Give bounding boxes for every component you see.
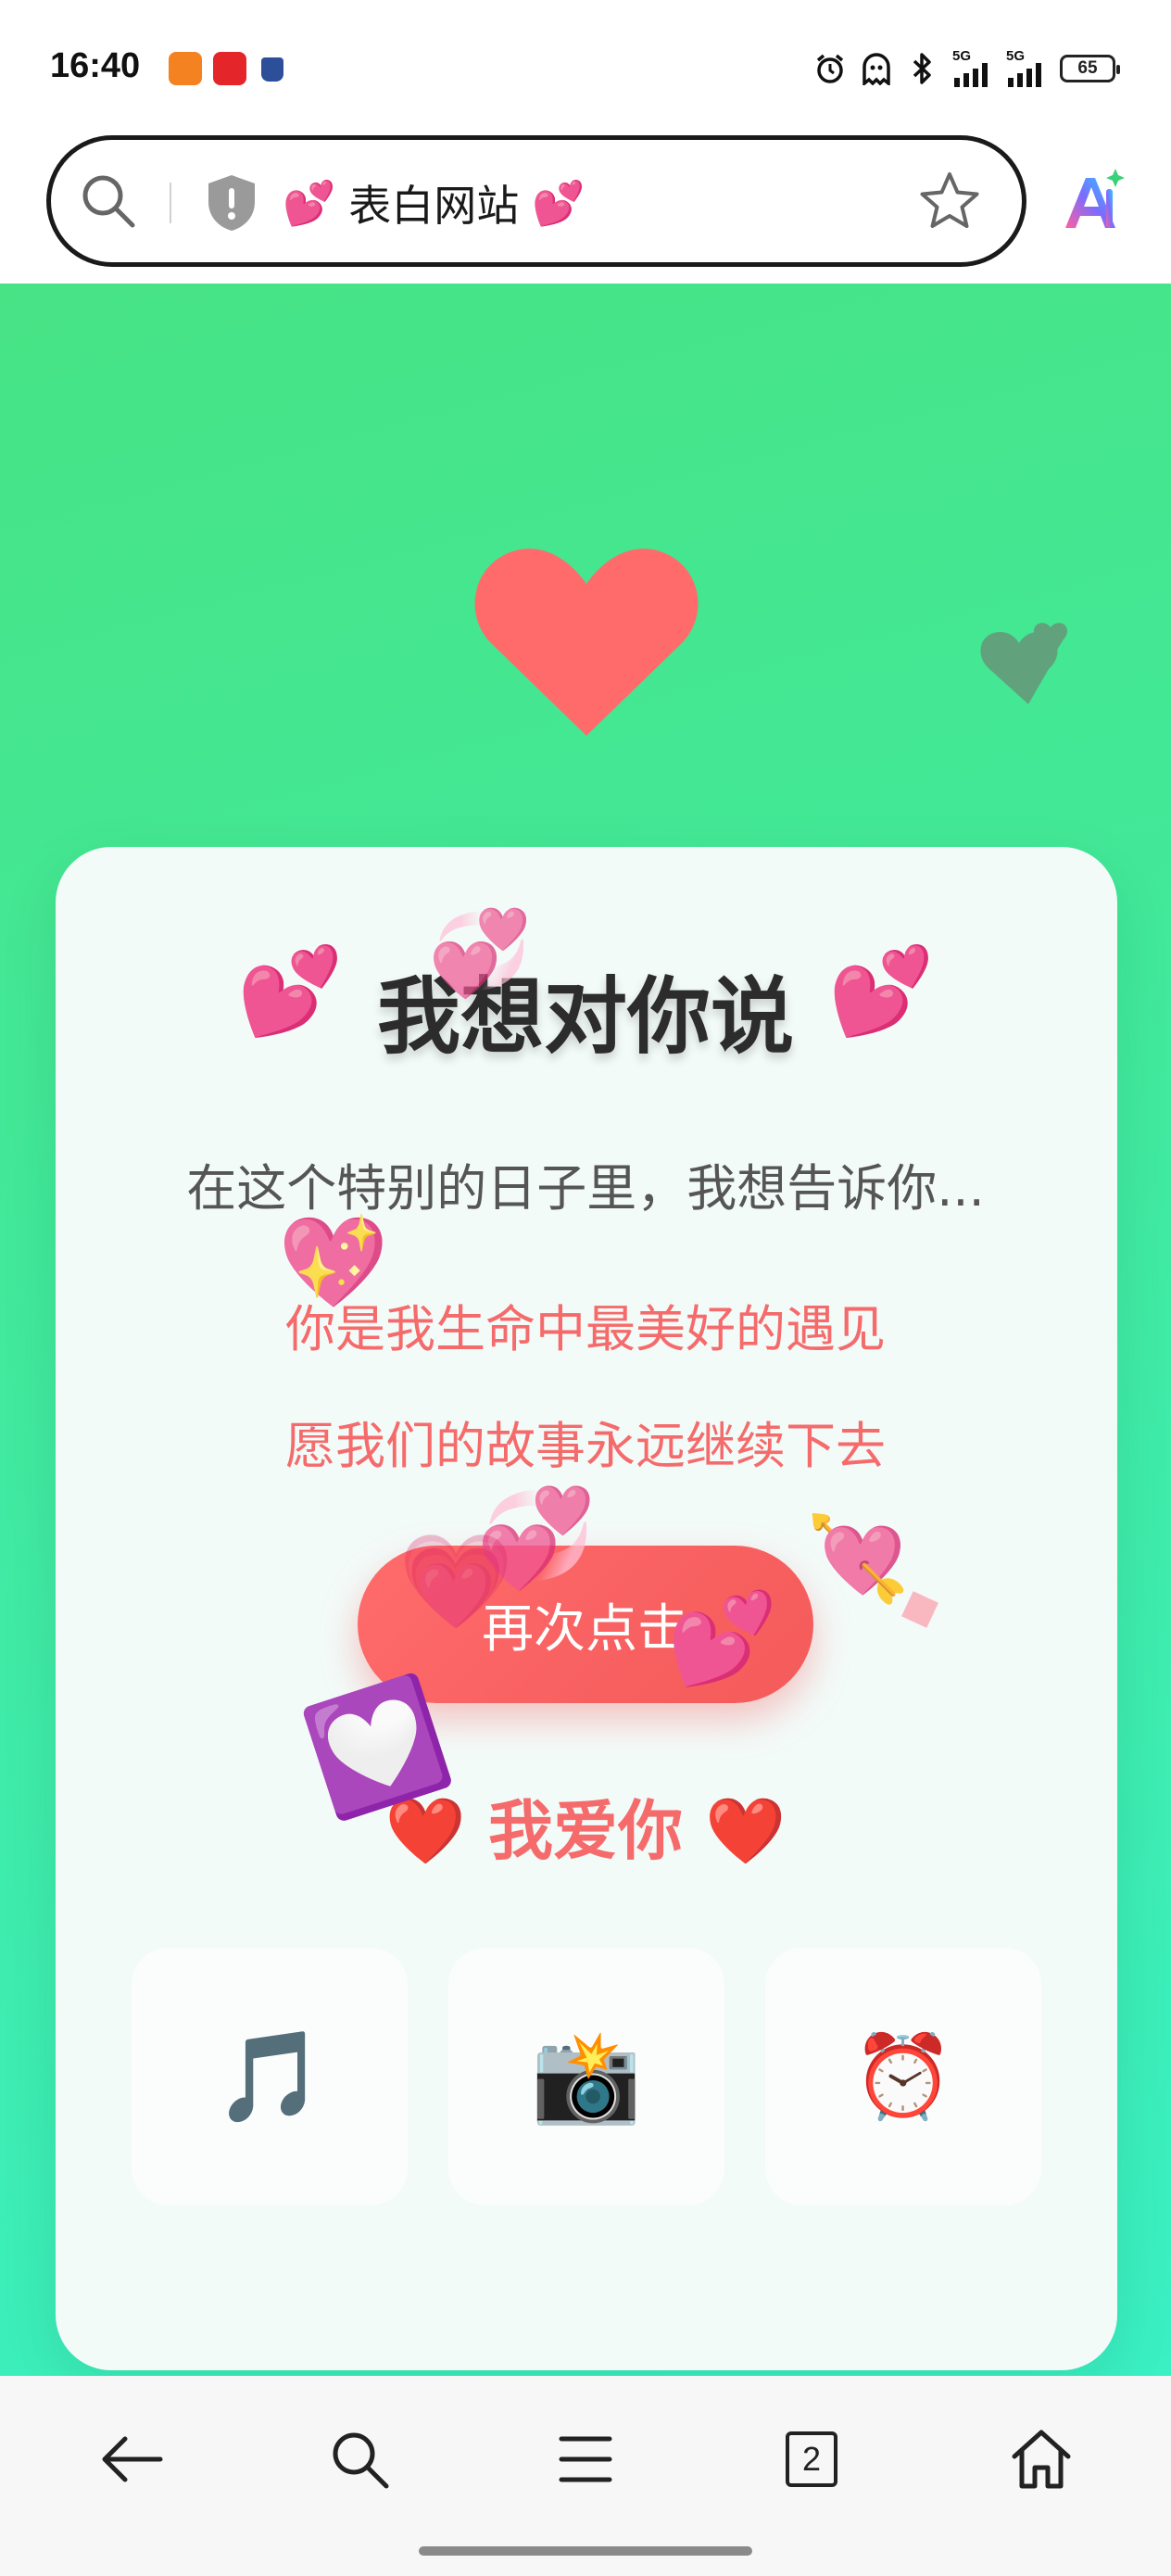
green-hearts-icon — [973, 608, 1075, 713]
search-icon[interactable] — [79, 171, 138, 234]
two-hearts-icon: 💕 — [532, 177, 586, 228]
search-icon[interactable] — [313, 2413, 406, 2506]
card-subtitle: 在这个特别的日子里，我想告诉你... — [186, 1159, 985, 1218]
status-bar: 16:40 5G 5G 65 — [0, 0, 1171, 130]
heart-arrow-icon: 💘 — [806, 1510, 911, 1608]
growing-heart-icon: 💞 — [428, 904, 533, 1002]
shield-warning-icon[interactable] — [205, 173, 258, 236]
music-tile[interactable]: 🎵 — [132, 1948, 408, 2205]
app-notification-icon — [169, 52, 202, 85]
card-title: 我想对你说 — [377, 968, 794, 1066]
bookmark-star-icon[interactable] — [918, 170, 981, 236]
menu-icon[interactable] — [539, 2413, 632, 2506]
status-time: 16:40 — [50, 46, 141, 85]
page-title-text: 表白网站 — [348, 181, 520, 231]
bluetooth-icon — [906, 52, 939, 85]
big-heart-icon — [474, 543, 699, 741]
home-indicator[interactable] — [419, 2546, 752, 2556]
address-bar[interactable]: 💕 表白网站 💕 — [46, 135, 1026, 267]
page-title[interactable]: 💕 表白网站 💕 — [283, 175, 586, 232]
tab-count: 2 — [786, 2431, 837, 2487]
status-icons: 5G 5G 65 — [813, 49, 1120, 87]
battery-icon: 65 — [1060, 55, 1120, 82]
camera-tile[interactable]: 📸 — [448, 1948, 724, 2205]
home-icon[interactable] — [995, 2413, 1088, 2506]
two-hearts-icon: 💕 — [828, 941, 935, 1041]
tabs-button[interactable]: 2 — [765, 2413, 858, 2506]
two-hearts-icon: 💕 — [667, 1586, 778, 1690]
alarm-clock-icon: ⏰ — [852, 2028, 954, 2124]
ghost-icon — [860, 52, 893, 85]
back-icon[interactable] — [85, 2413, 178, 2506]
love-line-2: 愿我们的故事永远继续下去 — [285, 1417, 886, 1475]
alarm-clock-tile[interactable]: ⏰ — [765, 1948, 1041, 2205]
two-hearts-icon: 💕 — [283, 177, 336, 228]
beating-heart-icon: 💗 — [398, 1527, 514, 1635]
app-notification-icon — [261, 57, 283, 82]
ai-assistant-icon[interactable] — [1058, 167, 1128, 241]
i-love-you-text: ❤️ 我爱你 ❤️ — [384, 1793, 787, 1869]
camera-icon: 📸 — [531, 2024, 642, 2128]
signal-icon: 5G — [1006, 49, 1047, 87]
alarm-icon — [813, 52, 847, 85]
signal-icon: 5G — [952, 49, 993, 87]
love-line-1: 你是我生命中最美好的遇见 — [285, 1300, 886, 1358]
address-divider — [170, 183, 171, 223]
music-note-icon: 🎵 — [214, 2024, 325, 2128]
sparkling-heart-icon: 💖 — [278, 1210, 389, 1314]
app-notification-icon — [213, 52, 246, 85]
